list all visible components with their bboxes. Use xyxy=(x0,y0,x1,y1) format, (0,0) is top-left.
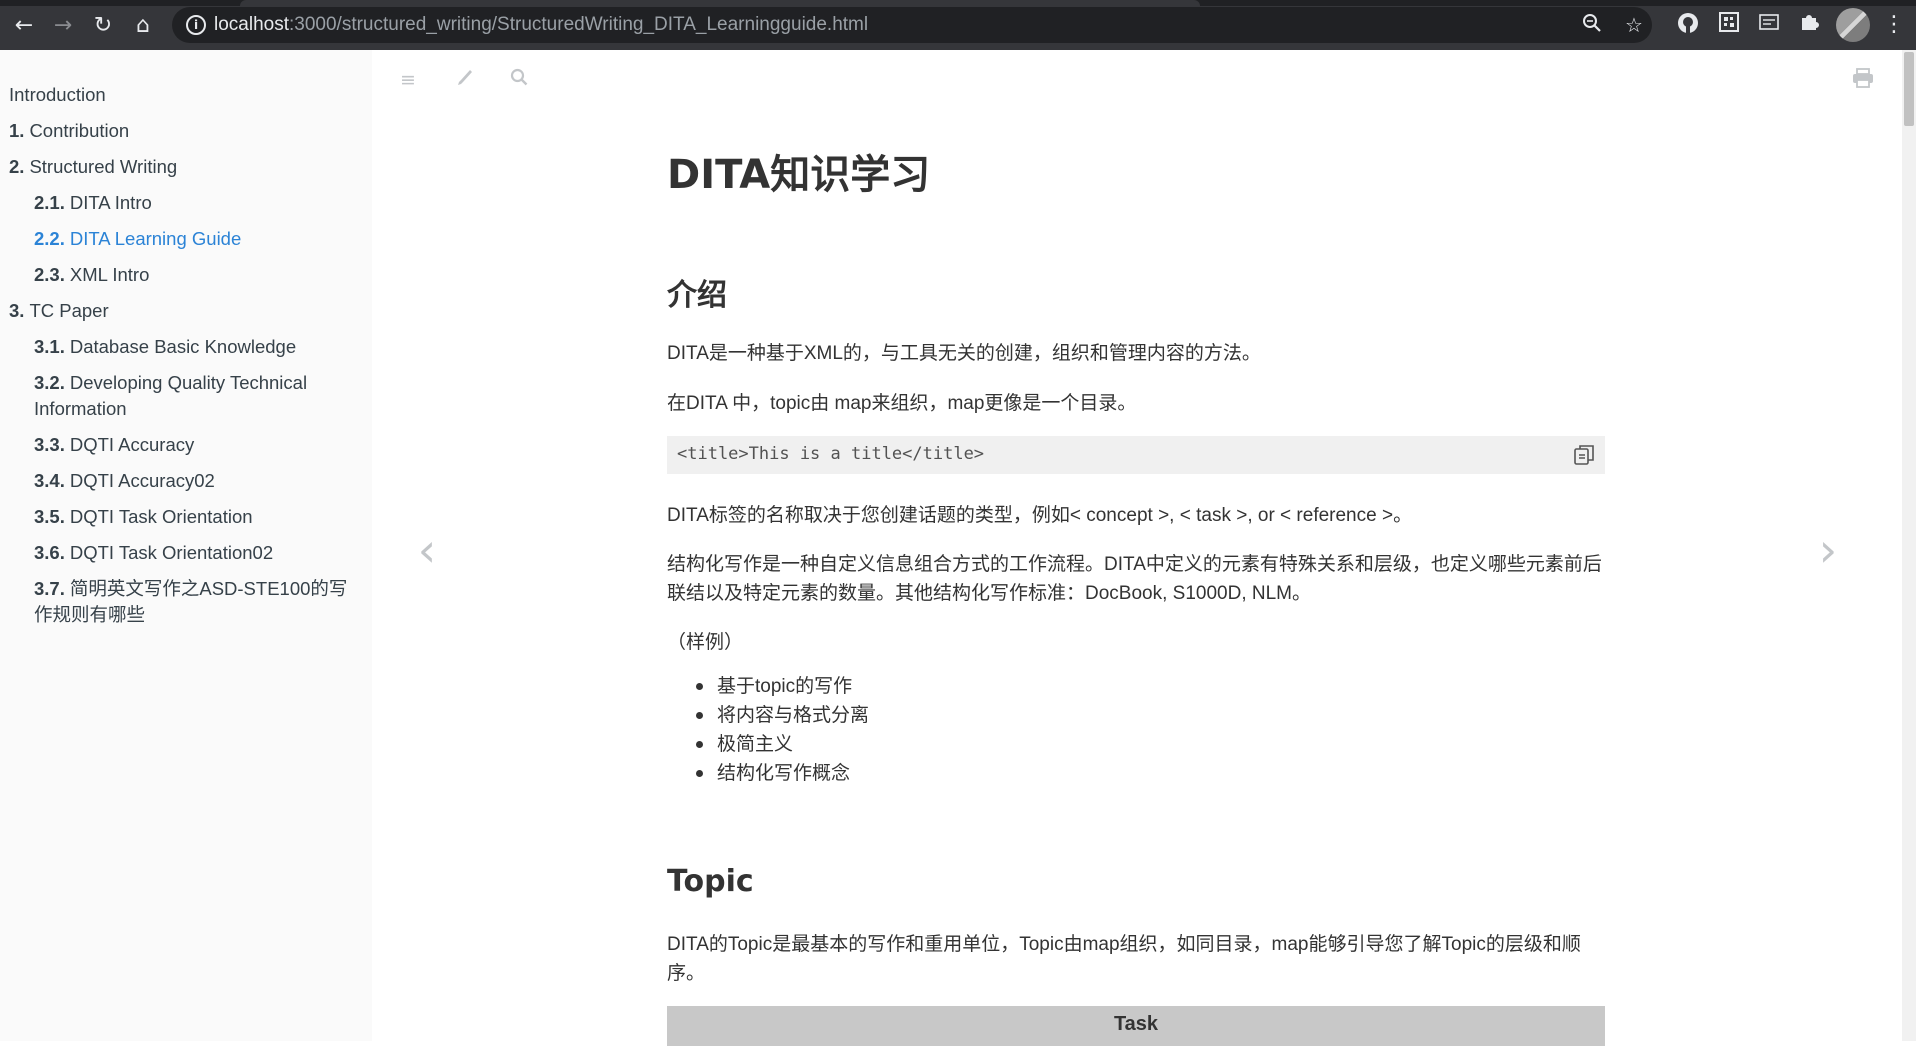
section-heading-intro: 介绍 xyxy=(667,278,727,313)
sidebar-item[interactable]: 3. TC Paper xyxy=(0,294,372,330)
sidebar-item[interactable]: 2.3. XML Intro xyxy=(0,258,372,294)
copy-icon[interactable] xyxy=(1573,444,1595,466)
back-icon[interactable]: ← xyxy=(8,9,40,41)
table-of-contents: Introduction 1. Contribution 2. Structured W… xyxy=(0,50,372,634)
sidebar-item-label: Developing Quality Technical Information xyxy=(34,372,308,419)
sidebar-item-label: DITA Intro xyxy=(69,192,152,213)
paragraph: DITA是一种基于XML的，与工具无关的创建，组织和管理内容的方法。 xyxy=(667,343,1261,364)
page-content: ≡ ‹ › DITA知识学习 介绍 DITA是一种基于XML的，与工具无关的创建… xyxy=(372,50,1902,1046)
font-settings-icon[interactable] xyxy=(451,68,475,92)
sidebar-item[interactable]: 3.6. DQTI Task Orientation02 xyxy=(0,536,372,572)
forward-icon[interactable]: → xyxy=(47,9,79,41)
url-text[interactable]: localhost:3000/structured_writing/Struct… xyxy=(214,14,868,36)
sidebar-item-number: 2. xyxy=(9,156,25,177)
sidebar-item-number: 3.6. xyxy=(34,542,65,563)
qr-icon[interactable] xyxy=(1716,12,1742,38)
home-icon[interactable]: ⌂ xyxy=(127,9,159,41)
sidebar-item-number: 3.2. xyxy=(34,372,65,393)
sidebar-item[interactable]: 2.2. DITA Learning Guide xyxy=(0,222,372,258)
search-icon[interactable] xyxy=(507,68,531,92)
next-page-icon[interactable]: › xyxy=(1813,520,1843,580)
sidebar-item-label: DQTI Task Orientation xyxy=(69,506,253,527)
section-heading-topic: Topic xyxy=(667,864,754,899)
sidebar-item[interactable]: 3.3. DQTI Accuracy xyxy=(0,428,372,464)
paragraph: 在DITA 中，topic由 map来组织，map更像是一个目录。 xyxy=(667,393,1137,414)
sidebar-item-label: Introduction xyxy=(9,84,106,105)
toggle-sidebar-icon[interactable]: ≡ xyxy=(396,68,420,92)
sidebar-item-number: 3.4. xyxy=(34,470,65,491)
sidebar-item[interactable]: 2. Structured Writing xyxy=(0,150,372,186)
sidebar-item-number: 3.7. xyxy=(34,578,65,599)
code-text: <title>This is a title</title> xyxy=(677,444,985,464)
paragraph: （样例） xyxy=(667,632,744,653)
bullet-list: 基于topic的写作 将内容与格式分离 极简主义 结构化写作概念 xyxy=(667,672,869,788)
scrollbar-thumb[interactable] xyxy=(1904,52,1914,126)
tab-strip xyxy=(0,0,1916,6)
reader-icon[interactable] xyxy=(1756,12,1782,38)
sidebar-item-number: 2.3. xyxy=(34,264,65,285)
github-icon[interactable] xyxy=(1675,12,1701,38)
list-item: 基于topic的写作 xyxy=(667,672,869,701)
sidebar-item-number: 3.3. xyxy=(34,434,65,455)
paragraph: 结构化写作是一种自定义信息组合方式的工作流程。DITA中定义的元素有特殊关系和层… xyxy=(667,554,1602,604)
list-item: 将内容与格式分离 xyxy=(667,701,869,730)
table-header: Task xyxy=(667,1006,1605,1046)
menu-kebab-icon[interactable]: ⋮ xyxy=(1882,9,1906,41)
sidebar-item[interactable]: 3.1. Database Basic Knowledge xyxy=(0,330,372,366)
site-info-icon[interactable]: i xyxy=(186,15,206,35)
url-host: localhost xyxy=(214,14,289,35)
sidebar-item[interactable]: 3.2. Developing Quality Technical Informa… xyxy=(0,366,372,428)
paragraph: DITA标签的名称取决于您创建话题的类型，例如< concept >, < ta… xyxy=(667,505,1413,526)
sidebar-item-number: 1. xyxy=(9,120,25,141)
sidebar-item-number: 3.5. xyxy=(34,506,65,527)
print-icon[interactable] xyxy=(1851,68,1875,92)
active-tab[interactable] xyxy=(240,0,1200,6)
sidebar-item-number: 2.2. xyxy=(34,228,65,249)
sidebar-item-label: DITA Learning Guide xyxy=(69,228,242,249)
sidebar-item-number: 3.1. xyxy=(34,336,65,357)
list-item: 结构化写作概念 xyxy=(667,759,869,788)
sidebar-item[interactable]: Introduction xyxy=(0,78,372,114)
sidebar-item-label: DQTI Task Orientation02 xyxy=(69,542,274,563)
reload-icon[interactable]: ↻ xyxy=(87,9,119,41)
sidebar-item[interactable]: 3.5. DQTI Task Orientation xyxy=(0,500,372,536)
url-path: :3000/structured_writing/StructuredWriti… xyxy=(289,14,869,35)
sidebar-item-number: 3. xyxy=(9,300,25,321)
sidebar-item[interactable]: 3.4. DQTI Accuracy02 xyxy=(0,464,372,500)
puzzle-icon[interactable] xyxy=(1796,12,1822,38)
sidebar-item-label: Structured Writing xyxy=(29,156,178,177)
profile-avatar[interactable] xyxy=(1836,8,1870,42)
address-bar[interactable]: i localhost:3000/structured_writing/Stru… xyxy=(172,7,1652,43)
sidebar-item-label: DQTI Accuracy02 xyxy=(69,470,215,491)
sidebar-item-label: 简明英文写作之ASD-STE100的写作规则有哪些 xyxy=(34,578,348,625)
sidebar-item-label: Contribution xyxy=(29,120,130,141)
list-item: 极简主义 xyxy=(667,730,869,759)
previous-page-icon[interactable]: ‹ xyxy=(412,520,442,580)
sidebar-item[interactable]: 3.7. 简明英文写作之ASD-STE100的写作规则有哪些 xyxy=(0,572,372,634)
zoom-icon[interactable] xyxy=(1580,13,1604,37)
browser-toolbar: ← → ↻ ⌂ i localhost:3000/structured_writ… xyxy=(0,0,1916,50)
page-title: DITA知识学习 xyxy=(667,152,931,198)
code-block: <title>This is a title</title> xyxy=(667,436,1605,474)
sidebar-item-number: 2.1. xyxy=(34,192,65,213)
scrollbar-track[interactable] xyxy=(1902,50,1916,1041)
table-header-cell: Task xyxy=(1113,1013,1159,1035)
sidebar-item-label: XML Intro xyxy=(69,264,150,285)
book-sidebar: Introduction 1. Contribution 2. Structured W… xyxy=(0,50,372,1041)
sidebar-item-label: DQTI Accuracy xyxy=(69,434,195,455)
sidebar-item-label: TC Paper xyxy=(29,300,109,321)
sidebar-item[interactable]: 1. Contribution xyxy=(0,114,372,150)
sidebar-item-label: Database Basic Knowledge xyxy=(69,336,297,357)
paragraph: DITA的Topic是最基本的写作和重用单位，Topic由map组织，如同目录，… xyxy=(667,934,1581,984)
star-icon[interactable]: ☆ xyxy=(1622,13,1646,37)
sidebar-item[interactable]: 2.1. DITA Intro xyxy=(0,186,372,222)
